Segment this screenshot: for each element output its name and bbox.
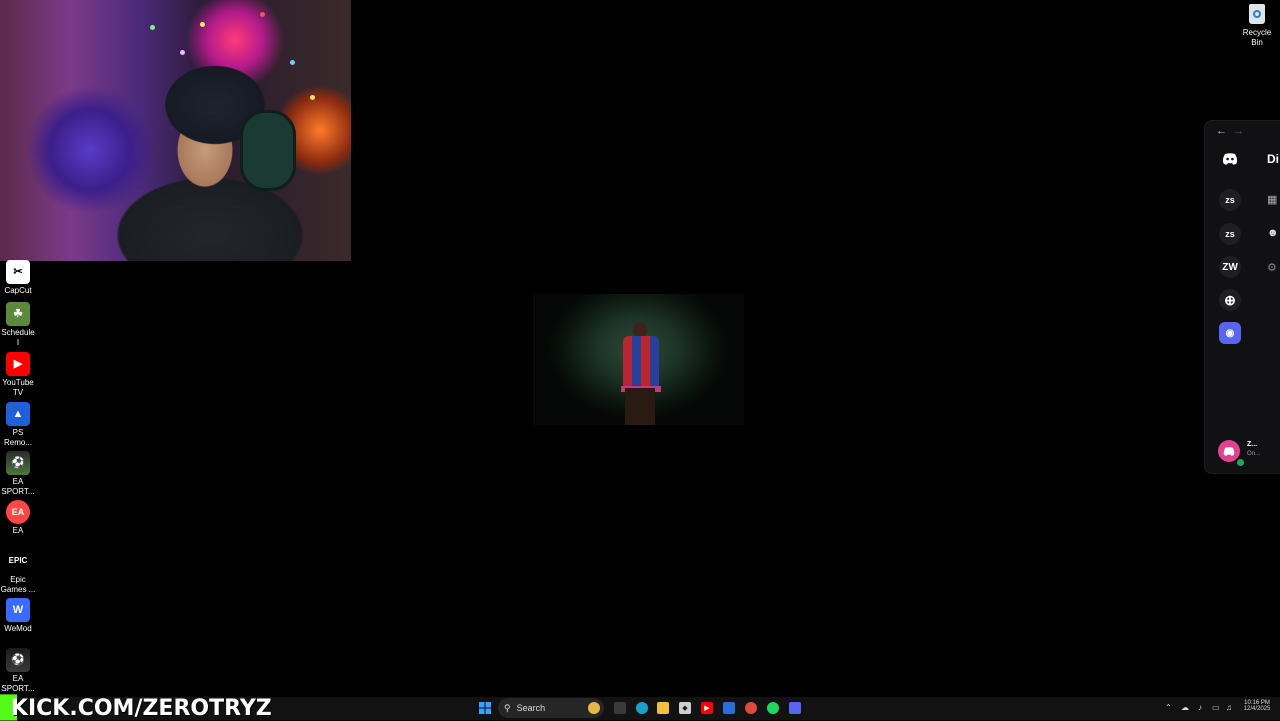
music-video-player[interactable] (533, 294, 744, 425)
desktop-icon-epic-games[interactable]: EPIC Epic Games ... (0, 549, 36, 595)
nitro-icon[interactable]: ⚙ (1267, 261, 1280, 275)
ea-sports-icon: ⚽ (6, 451, 30, 475)
tree-light (150, 25, 155, 30)
clock-date: 12/4/2025 (1243, 706, 1271, 712)
desktop-icon-ea[interactable]: EA EA (0, 500, 36, 536)
ps-remote-play-taskbar-icon[interactable] (723, 702, 735, 714)
desktop-icon-label: PS Remo... (3, 428, 32, 447)
search-icon: ⚲ (504, 702, 511, 713)
desktop-icon-label: CapCut (4, 286, 32, 295)
recycle-bin-label: Recycle Bin (1242, 28, 1272, 47)
recycle-bin[interactable]: Recycle Bin (1240, 4, 1274, 48)
user-panel[interactable]: Z... On... (1205, 433, 1280, 471)
discord-window[interactable]: ← → Di zs zs ZW ⊕ ◉ ▦ ☻ ⚙ Z... On... (1204, 120, 1280, 474)
friends-icon[interactable]: ☻ (1267, 227, 1280, 241)
server-zw[interactable]: ZW (1219, 256, 1241, 278)
edge-icon[interactable] (636, 702, 648, 714)
channel-url: KICK.COM/ZEROTRYZ (10, 695, 272, 721)
desktop-icon-capcut[interactable]: ✂ CapCut (0, 260, 36, 296)
recycle-bin-icon (1249, 4, 1265, 24)
video-figure-jersey (623, 336, 659, 388)
desktop-icon-ea-sports[interactable]: ⚽ EA SPORT... (0, 451, 36, 497)
task-view-icon[interactable] (614, 702, 626, 714)
chrome-icon[interactable] (745, 702, 757, 714)
kick-channel-banner: █ KICK.COM/ZEROTRYZ (0, 695, 272, 721)
headset (240, 110, 296, 191)
tree-light (200, 22, 205, 27)
onedrive-icon[interactable]: ☁ (1181, 703, 1189, 712)
discord-home-icon[interactable] (1219, 148, 1241, 170)
windows-start-icon[interactable] (479, 702, 491, 714)
forward-arrow-icon[interactable]: → (1233, 125, 1244, 137)
search-label: Search (516, 703, 546, 713)
desktop-icon-label: WeMod (4, 624, 32, 633)
ps-remote-play-icon: ▲ (6, 402, 30, 426)
ea-sports-icon: ⚽ (6, 648, 30, 672)
taskbar-clock[interactable]: 10:16 PM 12/4/2025 (1240, 700, 1274, 712)
user-status: On... (1247, 451, 1261, 457)
spotify-icon[interactable] (767, 702, 779, 714)
schedule-one-icon: ☘ (6, 302, 30, 326)
username: Z... (1247, 441, 1258, 448)
desktop-icon-wemod[interactable]: W WeMod (0, 598, 36, 634)
tray-chevron-icon[interactable]: ⌃ (1165, 703, 1172, 712)
youtube-tv-icon: ▶ (6, 352, 30, 376)
taskbar-search[interactable]: ⚲ Search (498, 698, 604, 718)
back-arrow-icon[interactable]: ← (1216, 125, 1227, 137)
discord-taskbar-icon[interactable] (789, 702, 801, 714)
tree-light (310, 95, 315, 100)
youtube-icon[interactable]: ▶ (701, 702, 713, 714)
volume-icon[interactable]: ♫ (1226, 703, 1232, 712)
file-explorer-icon[interactable] (657, 702, 669, 714)
server-zs-1[interactable]: zs (1219, 189, 1241, 211)
desktop-icon-schedule-one[interactable]: ☘ Schedule I (0, 302, 36, 348)
desktop-icon-label: YouTube TV (2, 378, 34, 397)
desktop-icon-label: Epic Games ... (0, 575, 36, 594)
epic-games-icon: EPIC (6, 549, 30, 573)
desktop-icon-label: EA SPORT... (1, 477, 35, 496)
microphone-icon[interactable]: ♪ (1198, 703, 1202, 712)
weather-icon (588, 702, 600, 714)
wemod-icon: W (6, 598, 30, 622)
desktop-icon-label: Schedule I (1, 328, 35, 347)
server-zs-2[interactable]: zs (1219, 223, 1241, 245)
display-icon[interactable]: ▭ (1212, 703, 1220, 712)
apps-icon[interactable]: ▦ (1267, 193, 1280, 207)
webcam-overlay (0, 0, 351, 261)
discord-title: Di (1267, 152, 1279, 166)
desktop-icon-ea-sports-2[interactable]: ⚽ EA SPORT... (0, 648, 36, 694)
tree-light (180, 50, 185, 55)
roblox-icon[interactable]: ◆ (679, 702, 691, 714)
tree-light (290, 60, 295, 65)
desktop-icon-label: EA SPORT... (1, 674, 35, 693)
discover-icon[interactable]: ◉ (1219, 322, 1241, 344)
add-server-icon[interactable]: ⊕ (1219, 289, 1241, 311)
video-figure-legs (625, 388, 655, 425)
desktop-icon-youtube-tv[interactable]: ▶ YouTube TV (0, 352, 36, 398)
tree-light (260, 12, 265, 17)
online-status-dot (1235, 457, 1246, 468)
ea-app-icon: EA (6, 500, 30, 524)
desktop-icon-ps-remote-play[interactable]: ▲ PS Remo... (0, 402, 36, 448)
desktop-icon-label: EA (12, 526, 24, 535)
capcut-icon: ✂ (6, 260, 30, 284)
